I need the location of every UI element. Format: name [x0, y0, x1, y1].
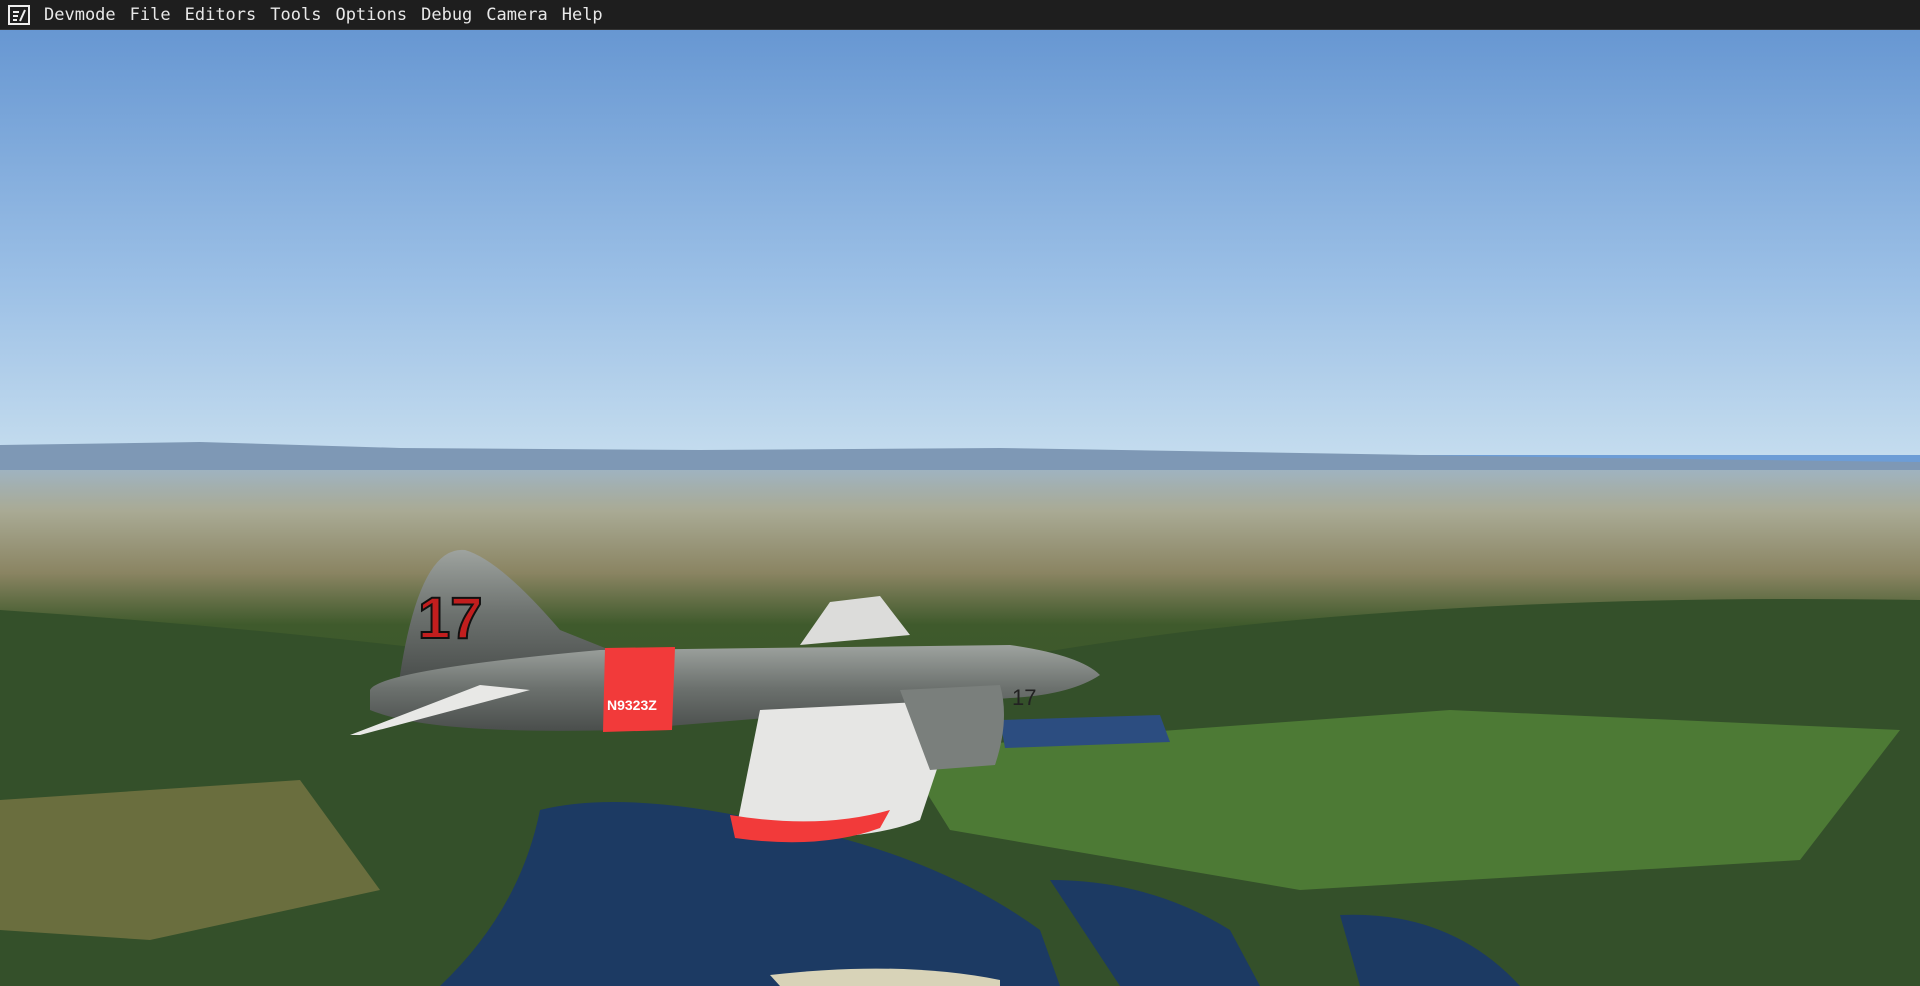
- menu-tools[interactable]: Tools: [270, 5, 321, 25]
- menu-help[interactable]: Help: [562, 5, 603, 25]
- flight-sim-viewport[interactable]: 17 N9323Z 17: [0, 30, 1920, 986]
- menu-bar: Devmode File Editors Tools Options Debug…: [0, 0, 1920, 30]
- menu-debug[interactable]: Debug: [421, 5, 472, 25]
- fuselage-red-band: [603, 647, 675, 732]
- nose-number: 17: [1012, 685, 1036, 710]
- sky: [0, 30, 1920, 455]
- tail-number: 17: [418, 586, 483, 651]
- menu-options[interactable]: Options: [335, 5, 407, 25]
- devmode-logo-icon[interactable]: [8, 4, 32, 25]
- menu-editors[interactable]: Editors: [185, 5, 257, 25]
- menu-devmode[interactable]: Devmode: [44, 5, 116, 25]
- menu-camera[interactable]: Camera: [486, 5, 547, 25]
- menu-file[interactable]: File: [130, 5, 171, 25]
- registration-text: N9323Z: [607, 697, 657, 713]
